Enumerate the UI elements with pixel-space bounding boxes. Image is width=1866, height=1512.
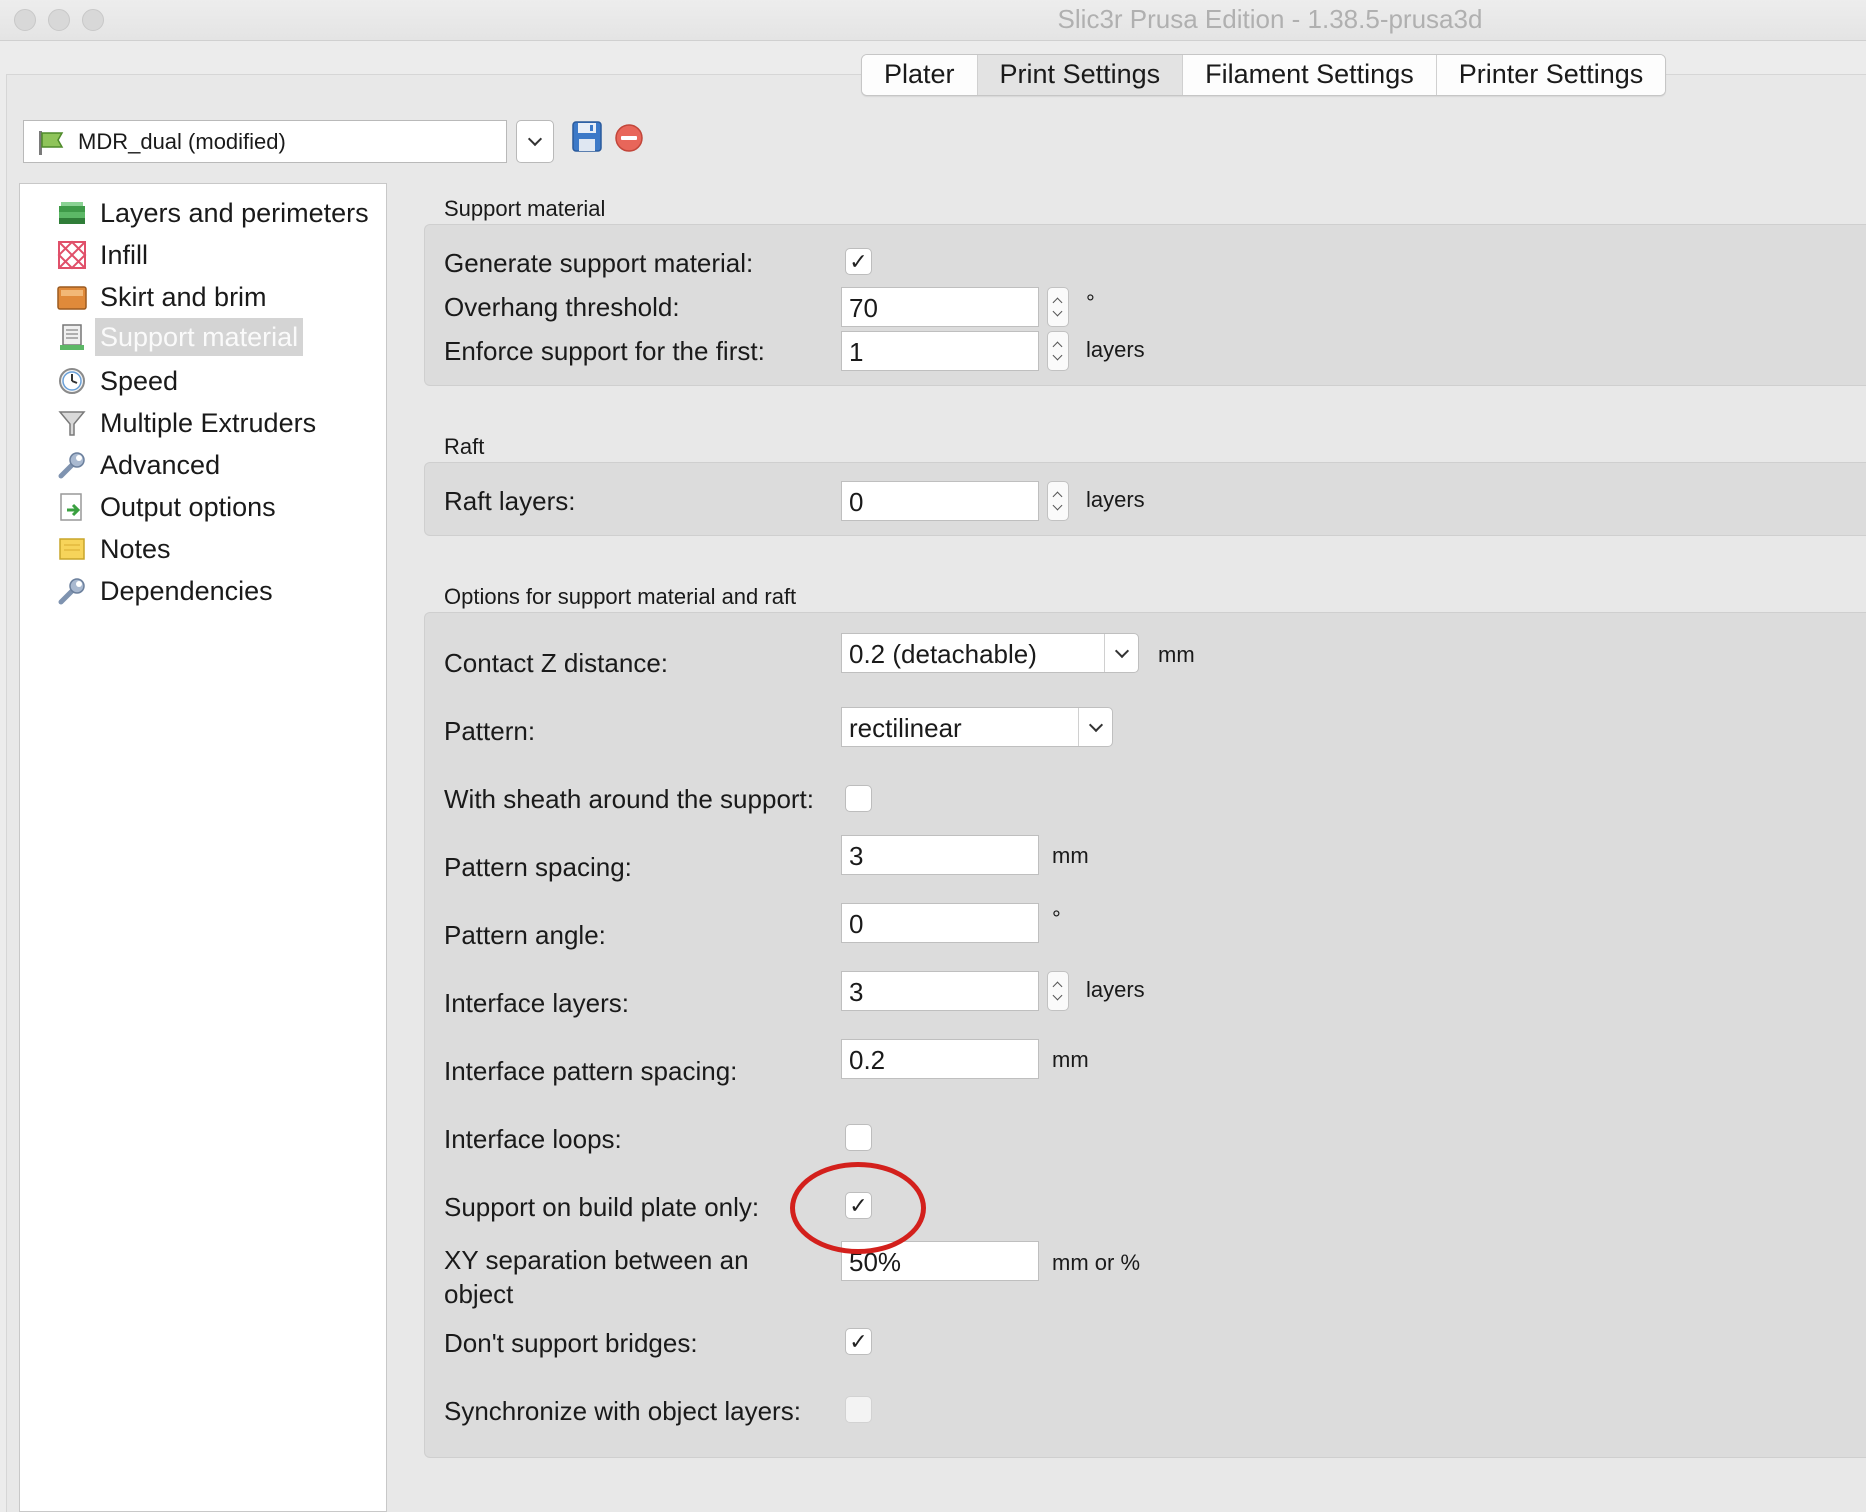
wrench-icon	[57, 450, 87, 480]
red-minus-delete-icon[interactable]	[615, 124, 643, 152]
sidebar-item-multiple-extruders[interactable]: Multiple Extruders	[57, 404, 321, 442]
chevron-down-icon	[1078, 708, 1112, 746]
layers-icon	[57, 198, 87, 228]
sidebar-item-label: Output options	[100, 491, 276, 522]
sidebar-item-label: Infill	[100, 239, 149, 270]
pattern-spacing-unit: mm	[1052, 843, 1089, 868]
pattern-select[interactable]: rectilinear	[841, 707, 1113, 747]
sheath-checkbox[interactable]	[845, 785, 872, 812]
enforce-support-unit: layers	[1086, 337, 1145, 362]
section-title-raft: Raft	[444, 434, 485, 459]
dont-support-bridges-label: Don't support bridges:	[444, 1328, 698, 1358]
title-bar: Slic3r Prusa Edition - 1.38.5-prusa3d	[0, 0, 1866, 41]
interface-layers-label: Interface layers:	[444, 988, 629, 1018]
xy-separation-label: XY separation between an object	[444, 1245, 749, 1309]
preset-value: MDR_dual (modified)	[78, 128, 286, 154]
pattern-angle-input[interactable]: 0	[841, 903, 1039, 943]
raft-panel	[424, 462, 1866, 536]
overhang-threshold-input[interactable]: 70	[841, 287, 1039, 327]
overhang-threshold-stepper[interactable]	[1047, 287, 1069, 327]
raft-layers-stepper[interactable]	[1047, 481, 1069, 521]
interface-layers-stepper[interactable]	[1047, 971, 1069, 1011]
tab-filament-settings[interactable]: Filament Settings	[1183, 55, 1437, 95]
interface-spacing-label: Interface pattern spacing:	[444, 1056, 738, 1086]
window-title: Slic3r Prusa Edition - 1.38.5-prusa3d	[1057, 4, 1483, 34]
sidebar-item-dependencies[interactable]: Dependencies	[57, 572, 278, 610]
sidebar-item-infill[interactable]: Infill	[57, 236, 153, 274]
sidebar-item-speed[interactable]: Speed	[57, 362, 183, 400]
sync-object-layers-checkbox[interactable]	[845, 1396, 872, 1423]
build-plate-only-label: Support on build plate only:	[444, 1192, 760, 1222]
dont-support-bridges-checkbox[interactable]: ✓	[845, 1328, 872, 1355]
raft-layers-unit: layers	[1086, 487, 1145, 512]
sidebar-item-label: Notes	[100, 533, 171, 564]
sidebar-item-label: Support material	[95, 318, 304, 356]
contact-z-distance-unit: mm	[1158, 642, 1195, 667]
sidebar-item-label: Dependencies	[100, 575, 273, 606]
interface-loops-checkbox[interactable]	[845, 1124, 872, 1151]
generate-support-label: Generate support material:	[444, 248, 754, 278]
sidebar-item-label: Speed	[100, 365, 179, 396]
enforce-support-label: Enforce support for the first:	[444, 336, 765, 366]
funnel-icon	[57, 408, 87, 438]
overhang-threshold-unit: °	[1086, 290, 1095, 315]
tab-plater[interactable]: Plater	[862, 55, 978, 95]
overhang-threshold-label: Overhang threshold:	[444, 292, 680, 322]
interface-spacing-input[interactable]: 0.2	[841, 1039, 1039, 1079]
annotation-highlight-circle	[790, 1162, 926, 1254]
wrench-icon	[57, 576, 87, 606]
tab-print-settings[interactable]: Print Settings	[977, 55, 1184, 95]
sidebar-item-advanced[interactable]: Advanced	[57, 446, 225, 484]
raft-layers-label: Raft layers:	[444, 486, 576, 516]
zoom-window-button[interactable]	[82, 9, 104, 31]
minimize-window-button[interactable]	[48, 9, 70, 31]
support-icon	[57, 322, 87, 352]
pattern-angle-label: Pattern angle:	[444, 920, 606, 950]
raft-layers-input[interactable]: 0	[841, 481, 1039, 521]
contact-z-distance-select[interactable]: 0.2 (detachable)	[841, 633, 1139, 673]
sync-object-layers-label: Synchronize with object layers:	[444, 1396, 801, 1426]
pattern-value: rectilinear	[849, 713, 962, 743]
generate-support-checkbox[interactable]: ✓	[845, 248, 872, 275]
floppy-save-icon[interactable]	[572, 121, 602, 152]
sidebar-item-support-material[interactable]: Support material	[57, 318, 304, 356]
sidebar-item-label: Layers and perimeters	[100, 197, 369, 228]
pattern-spacing-label: Pattern spacing:	[444, 852, 632, 882]
pattern-angle-unit: °	[1052, 906, 1061, 931]
interface-loops-label: Interface loops:	[444, 1124, 622, 1154]
chevron-down-icon	[1104, 634, 1138, 672]
xy-separation-unit: mm or %	[1052, 1250, 1140, 1275]
enforce-support-input[interactable]: 1	[841, 331, 1039, 371]
sidebar-item-output-options[interactable]: Output options	[57, 488, 281, 526]
interface-layers-unit: layers	[1086, 977, 1145, 1002]
sidebar-item-label: Advanced	[100, 449, 221, 480]
contact-z-distance-value: 0.2 (detachable)	[849, 639, 1037, 669]
skirt-icon	[57, 282, 87, 312]
section-title-support-material: Support material	[444, 196, 606, 221]
sheath-label: With sheath around the support:	[444, 784, 815, 814]
section-title-options: Options for support material and raft	[444, 584, 797, 609]
preset-dropdown-button[interactable]	[516, 120, 554, 163]
clock-icon	[57, 366, 87, 396]
flag-icon	[36, 129, 66, 155]
output-icon	[57, 492, 87, 522]
interface-spacing-unit: mm	[1052, 1047, 1089, 1072]
sidebar-item-layers-and-perimeters[interactable]: Layers and perimeters	[57, 194, 374, 232]
note-icon	[57, 534, 87, 564]
interface-layers-input[interactable]: 3	[841, 971, 1039, 1011]
sidebar-item-label: Multiple Extruders	[100, 407, 317, 438]
infill-icon	[57, 240, 87, 270]
preset-select[interactable]: MDR_dual (modified)	[23, 120, 507, 163]
pattern-label: Pattern:	[444, 716, 536, 746]
sidebar-item-skirt-and-brim[interactable]: Skirt and brim	[57, 278, 272, 316]
contact-z-distance-label: Contact Z distance:	[444, 648, 668, 678]
sidebar-item-label: Skirt and brim	[100, 281, 267, 312]
sidebar-item-notes[interactable]: Notes	[57, 530, 176, 568]
close-window-button[interactable]	[14, 9, 36, 31]
chevron-down-icon	[527, 131, 543, 147]
pattern-spacing-input[interactable]: 3	[841, 835, 1039, 875]
enforce-support-stepper[interactable]	[1047, 331, 1069, 371]
tab-printer-settings[interactable]: Printer Settings	[1436, 55, 1666, 95]
main-tabs: Plater Print Settings Filament Settings …	[861, 54, 1667, 96]
